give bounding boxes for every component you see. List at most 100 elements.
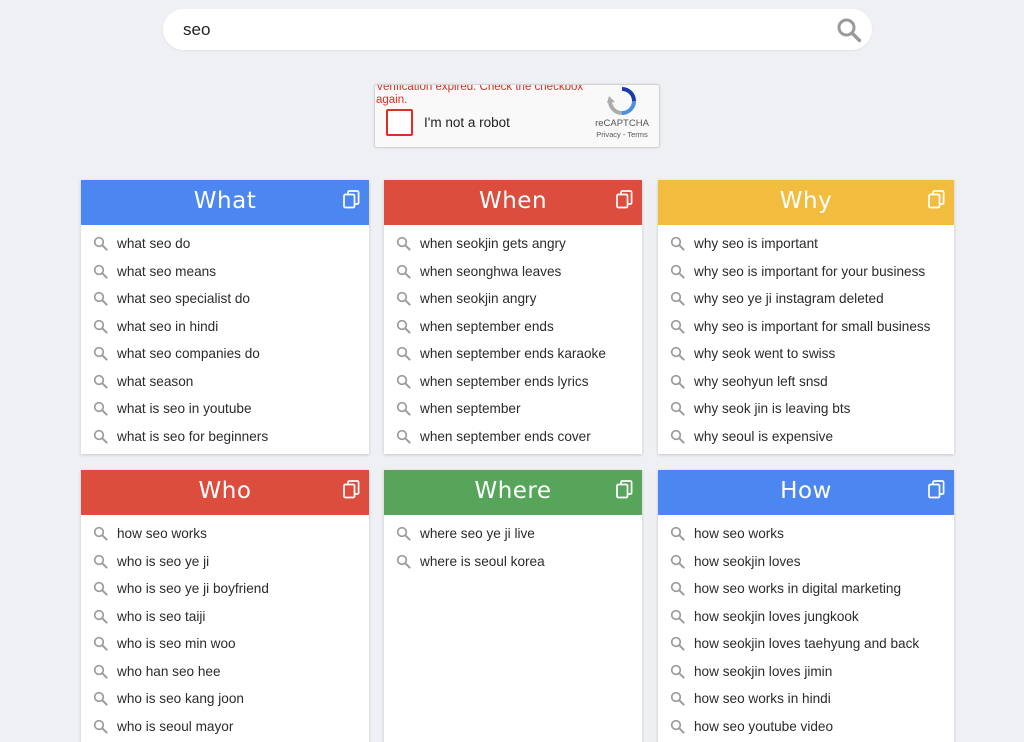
magnifier-icon [396, 291, 411, 306]
list-item[interactable]: what season [81, 368, 369, 396]
list-item[interactable]: how seokjin loves [658, 548, 954, 576]
card-title: Who [198, 478, 252, 504]
magnifier-icon [396, 319, 411, 334]
list-item[interactable]: where seo ye ji live [384, 520, 642, 548]
card-how: How how seo works how seokjin loves how … [658, 470, 954, 742]
magnifier-icon [93, 636, 108, 651]
suggestion-list: why seo is important why seo is importan… [658, 225, 954, 450]
list-item[interactable]: why seoul is expensive [658, 423, 954, 451]
list-item[interactable]: who is seo ye ji [81, 548, 369, 576]
copy-icon[interactable] [343, 190, 360, 209]
copy-icon[interactable] [343, 480, 360, 499]
list-item[interactable]: who is seoul mayor [81, 713, 369, 741]
list-item[interactable]: how seo works [658, 520, 954, 548]
list-item[interactable]: when september ends karaoke [384, 340, 642, 368]
list-item[interactable]: how seokjin loves jungkook [658, 603, 954, 631]
list-item[interactable]: how seo works in hindi [658, 685, 954, 713]
list-item[interactable]: why seo is important [658, 230, 954, 258]
magnifier-icon [396, 264, 411, 279]
recaptcha-logo-icon [607, 87, 636, 115]
list-item[interactable]: how seokjin loves jimin [658, 658, 954, 686]
list-item[interactable]: when seokjin gets angry [384, 230, 642, 258]
magnifier-icon [670, 236, 685, 251]
list-item[interactable]: who is seo taiji [81, 603, 369, 631]
card-header: When [384, 180, 642, 225]
list-item[interactable]: who is seo min woo [81, 630, 369, 658]
list-item[interactable]: what seo means [81, 258, 369, 286]
search-input[interactable] [183, 15, 823, 45]
card-title: What [193, 188, 257, 214]
magnifier-icon [93, 664, 108, 679]
card-where: Where where seo ye ji live where is seou… [384, 470, 642, 742]
list-item[interactable]: when september ends lyrics [384, 368, 642, 396]
magnifier-icon [670, 664, 685, 679]
magnifier-icon [670, 319, 685, 334]
magnifier-icon [93, 719, 108, 734]
suggestion-list: where seo ye ji live where is seoul kore… [384, 515, 642, 575]
magnifier-icon [670, 691, 685, 706]
magnifier-icon [670, 636, 685, 651]
list-item[interactable]: why seok went to swiss [658, 340, 954, 368]
search-icon[interactable] [836, 17, 862, 43]
list-item[interactable]: who han seo hee [81, 658, 369, 686]
magnifier-icon [396, 429, 411, 444]
card-title: Why [779, 188, 833, 214]
magnifier-icon [670, 291, 685, 306]
list-item[interactable]: what is seo in youtube [81, 395, 369, 423]
card-header: How [658, 470, 954, 515]
captcha-checkbox[interactable] [386, 109, 413, 136]
recaptcha-terms-link[interactable]: Privacy - Terms [587, 130, 657, 139]
captcha-label: I'm not a robot [424, 115, 510, 130]
list-item[interactable]: why seo ye ji instagram deleted [658, 285, 954, 313]
magnifier-icon [93, 526, 108, 541]
magnifier-icon [396, 236, 411, 251]
magnifier-icon [93, 264, 108, 279]
card-who: Who how seo works who is seo ye ji who i… [81, 470, 369, 742]
list-item[interactable]: how seokjin loves taehyung and back [658, 630, 954, 658]
card-header: What [81, 180, 369, 225]
list-item[interactable]: when september ends cover [384, 423, 642, 451]
list-item[interactable]: what seo in hindi [81, 313, 369, 341]
list-item[interactable]: why seo is important for your business [658, 258, 954, 286]
copy-icon[interactable] [616, 190, 633, 209]
magnifier-icon [93, 554, 108, 569]
card-title: Where [474, 478, 552, 504]
magnifier-icon [670, 581, 685, 596]
copy-icon[interactable] [928, 190, 945, 209]
magnifier-icon [670, 609, 685, 624]
list-item[interactable]: why seo is important for small business [658, 313, 954, 341]
list-item[interactable]: when seokjin angry [384, 285, 642, 313]
list-item[interactable]: who is seo kang joon [81, 685, 369, 713]
card-header: Why [658, 180, 954, 225]
magnifier-icon [93, 401, 108, 416]
magnifier-icon [93, 319, 108, 334]
suggestion-list: when seokjin gets angry when seonghwa le… [384, 225, 642, 450]
card-title: When [478, 188, 548, 214]
magnifier-icon [670, 401, 685, 416]
magnifier-icon [670, 554, 685, 569]
magnifier-icon [396, 346, 411, 361]
magnifier-icon [396, 374, 411, 389]
list-item[interactable]: when september ends [384, 313, 642, 341]
copy-icon[interactable] [928, 480, 945, 499]
list-item[interactable]: why seohyun left snsd [658, 368, 954, 396]
list-item[interactable]: where is seoul korea [384, 548, 642, 576]
magnifier-icon [93, 581, 108, 596]
list-item[interactable]: how seo youtube video [658, 713, 954, 741]
list-item[interactable]: what seo do [81, 230, 369, 258]
search-bar [163, 9, 872, 50]
captcha-error-message: Verification expired. Check the checkbox… [376, 84, 584, 106]
list-item[interactable]: why seok jin is leaving bts [658, 395, 954, 423]
magnifier-icon [670, 374, 685, 389]
list-item[interactable]: what seo specialist do [81, 285, 369, 313]
list-item[interactable]: what seo companies do [81, 340, 369, 368]
list-item[interactable]: what is seo for beginners [81, 423, 369, 451]
list-item[interactable]: when september [384, 395, 642, 423]
list-item[interactable]: how seo works [81, 520, 369, 548]
list-item[interactable]: how seo works in digital marketing [658, 575, 954, 603]
list-item[interactable]: when seonghwa leaves [384, 258, 642, 286]
card-header: Where [384, 470, 642, 515]
list-item[interactable]: who is seo ye ji boyfriend [81, 575, 369, 603]
magnifier-icon [670, 264, 685, 279]
copy-icon[interactable] [616, 480, 633, 499]
